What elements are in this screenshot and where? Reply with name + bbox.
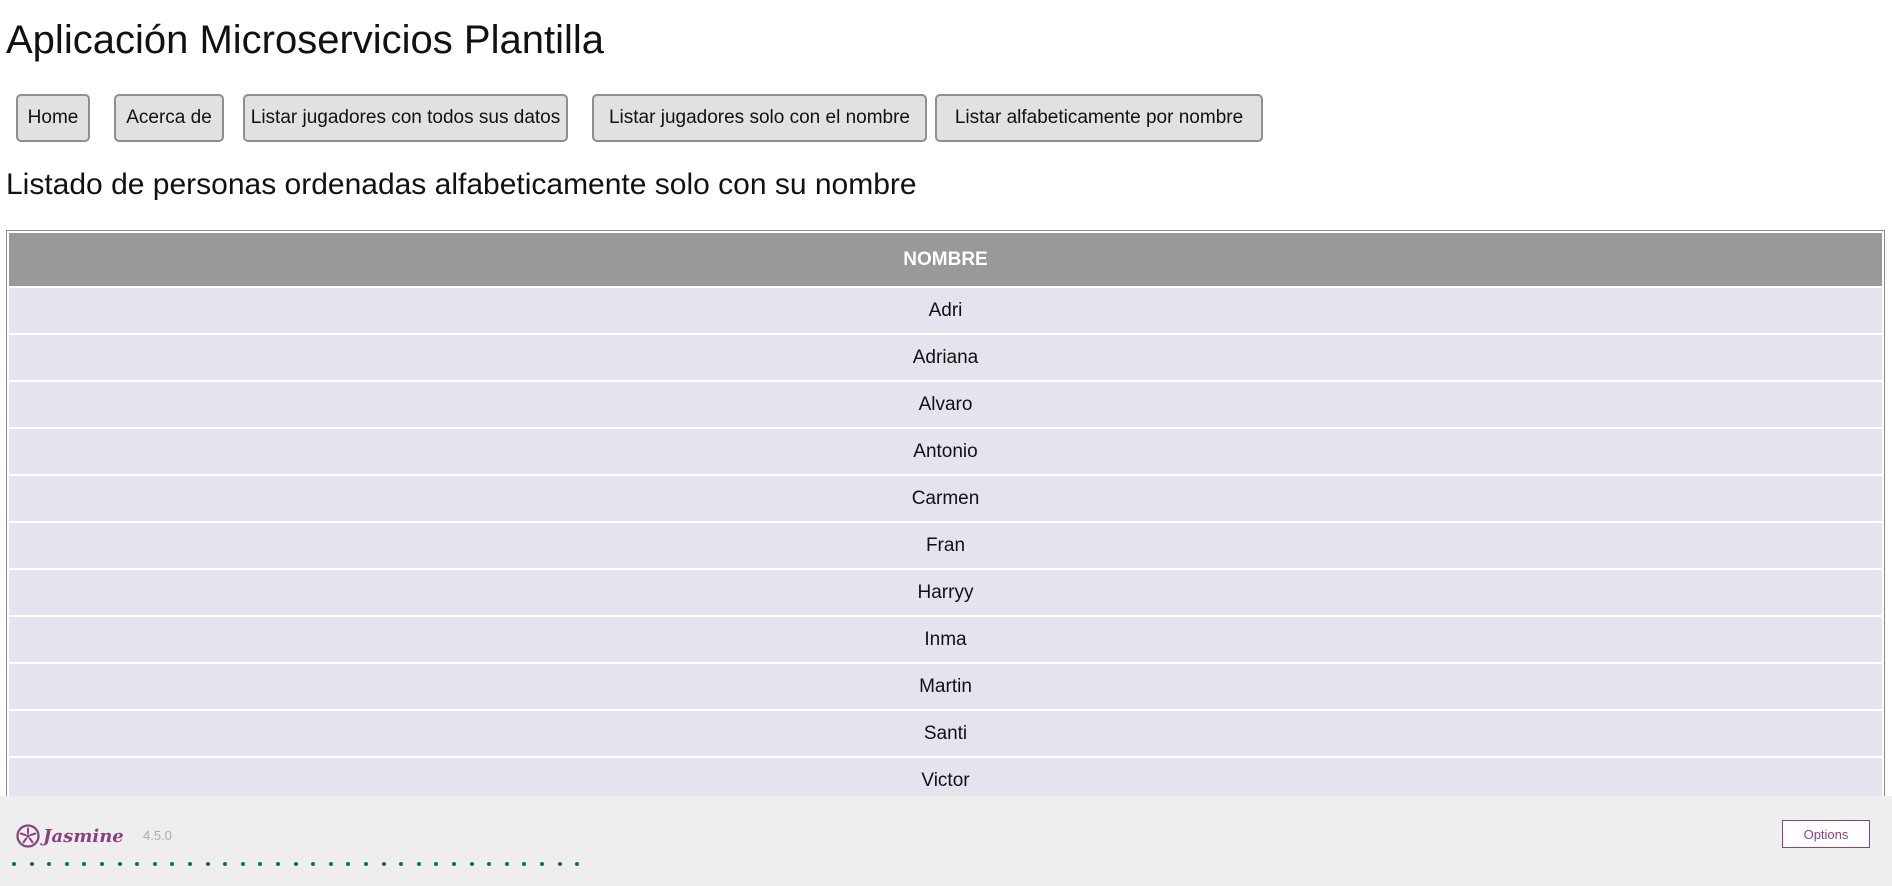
spec-passed-dot <box>30 862 34 866</box>
jasmine-version: 4.5.0 <box>143 828 172 843</box>
spec-passed-dot <box>294 862 298 866</box>
spec-passed-dot <box>65 862 69 866</box>
table-row: Alvaro <box>9 382 1882 427</box>
spec-passed-dot <box>346 862 350 866</box>
spec-passed-dot <box>399 862 403 866</box>
spec-passed-dot <box>82 862 86 866</box>
name-cell: Inma <box>9 617 1882 662</box>
spec-passed-dot <box>258 862 262 866</box>
table-row: Antonio <box>9 429 1882 474</box>
name-cell: Adriana <box>9 335 1882 380</box>
spec-passed-dot <box>188 862 192 866</box>
spec-passed-dot <box>487 862 491 866</box>
list-alphabetical-button[interactable]: Listar alfabeticamente por nombre <box>935 94 1263 142</box>
table-row: Fran <box>9 523 1882 568</box>
spec-passed-dot <box>575 862 579 866</box>
spec-passed-dot <box>470 862 474 866</box>
spec-passed-dot <box>135 862 139 866</box>
table-header-row: NOMBRE <box>9 233 1882 286</box>
spec-passed-dot <box>364 862 368 866</box>
spec-passed-dot <box>100 862 104 866</box>
column-header-nombre: NOMBRE <box>9 233 1882 286</box>
options-button[interactable]: Options <box>1782 820 1870 848</box>
name-cell: Santi <box>9 711 1882 756</box>
spec-passed-dot <box>47 862 51 866</box>
app-title: Aplicación Microservicios Plantilla <box>6 18 604 62</box>
names-table-container: NOMBRE Adri Adriana Alvaro Antonio Carme… <box>6 230 1885 806</box>
spec-passed-dot <box>417 862 421 866</box>
jasmine-name: Jasmine <box>43 825 124 847</box>
name-cell: Antonio <box>9 429 1882 474</box>
table-row: Carmen <box>9 476 1882 521</box>
spec-passed-dot <box>382 862 386 866</box>
spec-passed-dot <box>505 862 509 866</box>
spec-passed-dot <box>540 862 544 866</box>
table-row: Adri <box>9 288 1882 333</box>
table-row: Santi <box>9 711 1882 756</box>
jasmine-reporter-bar: Jasmine 4.5.0 Options <box>0 796 1892 886</box>
table-row: Harryy <box>9 570 1882 615</box>
spec-passed-dot <box>434 862 438 866</box>
names-table: NOMBRE Adri Adriana Alvaro Antonio Carme… <box>7 231 1884 805</box>
jasmine-logo[interactable]: Jasmine <box>16 822 124 850</box>
list-names-only-button[interactable]: Listar jugadores solo con el nombre <box>592 94 927 142</box>
name-cell: Adri <box>9 288 1882 333</box>
spec-passed-dot <box>170 862 174 866</box>
spec-passed-dot <box>12 862 16 866</box>
spec-passed-dot <box>276 862 280 866</box>
table-row: Inma <box>9 617 1882 662</box>
about-button[interactable]: Acerca de <box>114 94 224 142</box>
name-cell: Alvaro <box>9 382 1882 427</box>
name-cell: Harryy <box>9 570 1882 615</box>
spec-passed-dot <box>153 862 157 866</box>
spec-passed-dot <box>241 862 245 866</box>
name-cell: Martin <box>9 664 1882 709</box>
table-row: Martin <box>9 664 1882 709</box>
home-button[interactable]: Home <box>16 94 90 142</box>
name-cell: Carmen <box>9 476 1882 521</box>
spec-passed-dot <box>206 862 210 866</box>
jasmine-flower-icon <box>16 824 40 848</box>
spec-passed-dot <box>522 862 526 866</box>
spec-passed-dot <box>118 862 122 866</box>
spec-passed-dot <box>311 862 315 866</box>
table-row: Adriana <box>9 335 1882 380</box>
section-title: Listado de personas ordenadas alfabetica… <box>6 168 917 201</box>
spec-passed-dot <box>452 862 456 866</box>
spec-passed-dot <box>223 862 227 866</box>
spec-passed-dot <box>329 862 333 866</box>
name-cell: Fran <box>9 523 1882 568</box>
spec-passed-dot <box>558 862 562 866</box>
list-full-data-button[interactable]: Listar jugadores con todos sus datos <box>243 94 568 142</box>
